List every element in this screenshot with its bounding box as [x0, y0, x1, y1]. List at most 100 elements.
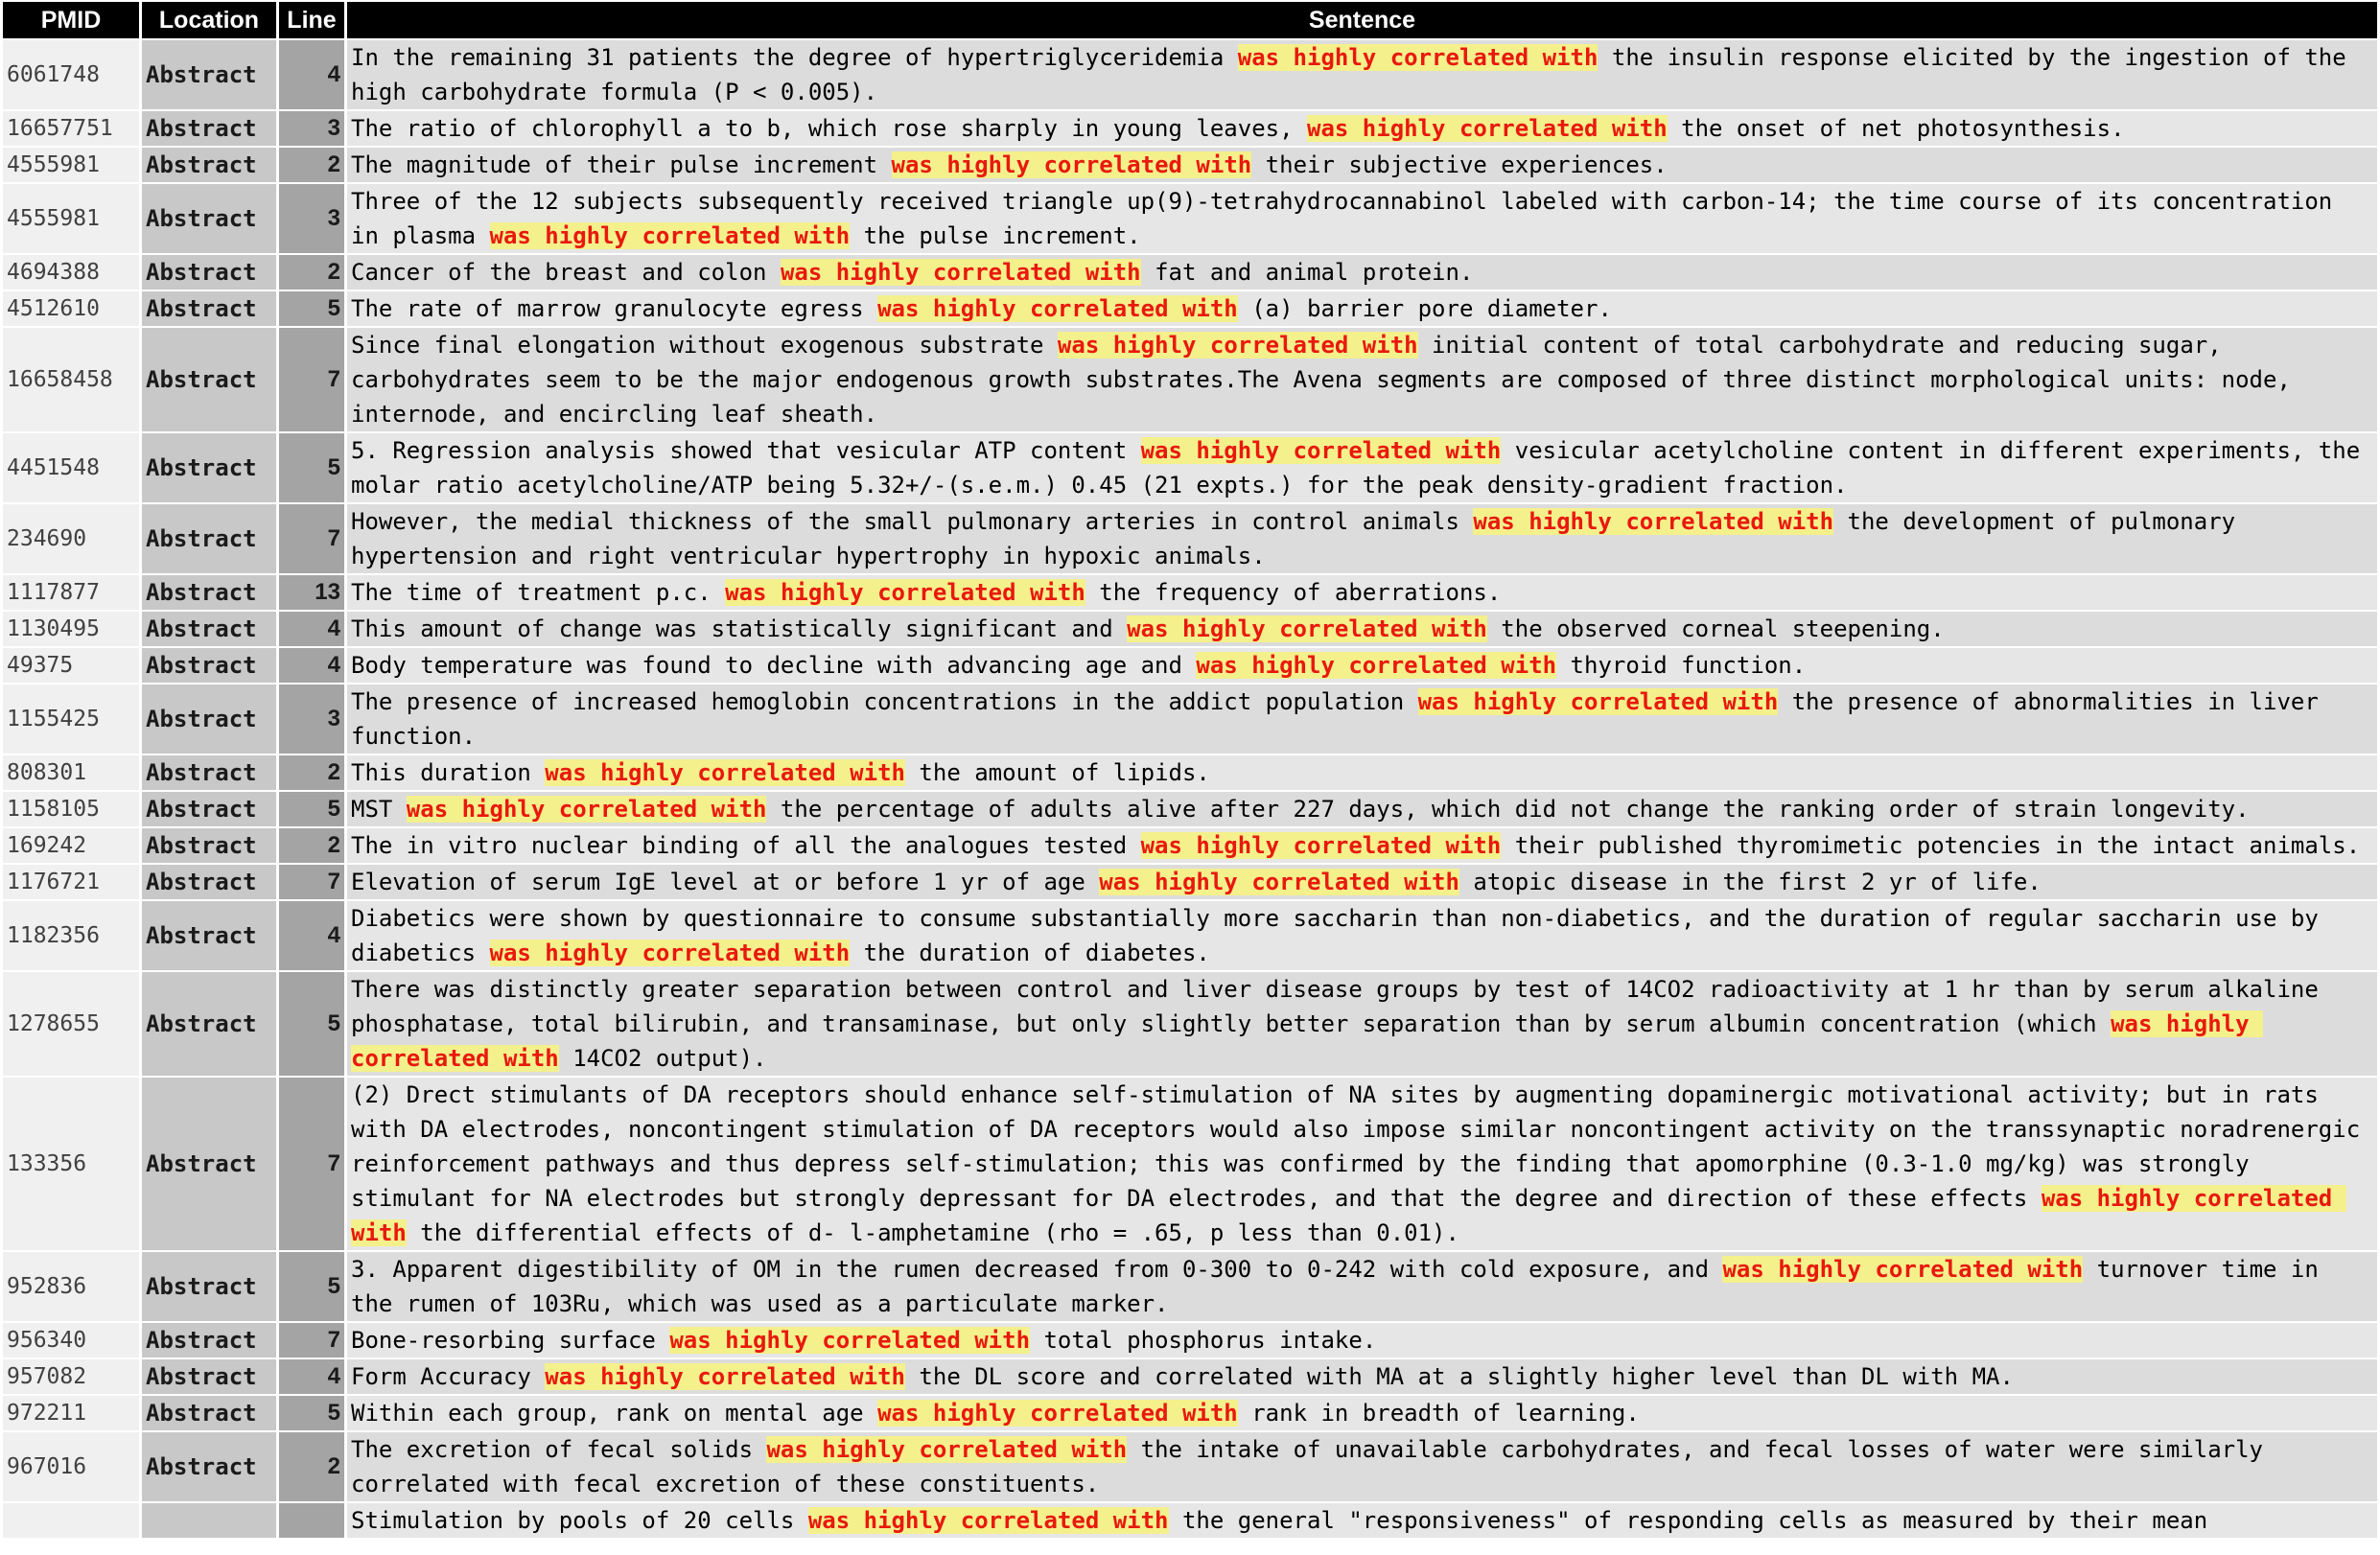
table-row[interactable]: 4555981 Abstract 2 The magnitude of their p…: [3, 148, 2377, 182]
table-row[interactable]: 4555981 Abstract 3 Three of the 12 subjects…: [3, 184, 2377, 253]
highlighted-match: was highly correlated with: [1196, 652, 1557, 679]
table-row[interactable]: 16658458 Abstract 7 Since final elongation …: [3, 328, 2377, 431]
highlighted-match: was highly correlated with: [545, 1363, 905, 1390]
table-row[interactable]: 234690 Abstract 7 However, the medial thick…: [3, 504, 2377, 573]
sentence-cell: The presence of increased hemoglobin con…: [347, 685, 2377, 754]
highlighted-match: was highly correlated with: [1140, 832, 1502, 859]
sentence-text-before: Cancer of the breast and colon: [351, 259, 781, 286]
table-row[interactable]: 169242 Abstract 2 The in vitro nuclear bind…: [3, 828, 2377, 863]
sentence-text-after: the differential effects of d- l-ampheta…: [406, 1219, 1459, 1246]
column-header-sentence[interactable]: Sentence: [347, 2, 2377, 38]
table-row[interactable]: 972211 Abstract 5 Within each group, rank o…: [3, 1396, 2377, 1430]
line-cell: 4: [279, 1359, 344, 1394]
location-cell: Abstract: [142, 148, 276, 182]
table-row[interactable]: 1182356 Abstract 4 Diabetics were shown by …: [3, 901, 2377, 970]
column-header-pmid[interactable]: PMID: [3, 2, 139, 38]
table-row[interactable]: 1176721 Abstract 7 Elevation of serum IgE l…: [3, 865, 2377, 899]
sentence-text-after: the DL score and correlated with MA at a…: [904, 1363, 2014, 1390]
header-row: PMID Location Line Sentence: [3, 2, 2377, 38]
sentence-text-after: their subjective experiences.: [1251, 151, 1668, 178]
sentence-text-before: The excretion of fecal solids: [351, 1436, 767, 1463]
sentence-cell: The ratio of chlorophyll a to b, which r…: [347, 111, 2377, 146]
table-row[interactable]: 1158105 Abstract 5 MST was highly correlate…: [3, 792, 2377, 826]
table-row[interactable]: 952836 Abstract 5 3. Apparent digestibility…: [3, 1252, 2377, 1321]
table-row[interactable]: Stimulation by pools of 20 cells was hig…: [3, 1503, 2377, 1538]
location-cell: Abstract: [142, 1396, 276, 1430]
pmid-cell: 957082: [3, 1359, 139, 1394]
line-cell: 2: [279, 755, 344, 790]
table-row[interactable]: 133356 Abstract 7 (2) Drect stimulants of D…: [3, 1078, 2377, 1250]
location-cell: Abstract: [142, 575, 276, 610]
table-row[interactable]: 808301 Abstract 2 This duration was highly …: [3, 755, 2377, 790]
sentence-cell: Form Accuracy was highly correlated with…: [347, 1359, 2377, 1394]
table-row[interactable]: 957082 Abstract 4 Form Accuracy was highly …: [3, 1359, 2377, 1394]
sentence-cell: Elevation of serum IgE level at or befor…: [347, 865, 2377, 899]
line-cell: 4: [279, 648, 344, 683]
table-row[interactable]: 49375 Abstract 4 Body temperature was found…: [3, 648, 2377, 683]
pmid-cell: 1117877: [3, 575, 139, 610]
table-row[interactable]: 4512610 Abstract 5 The rate of marrow granu…: [3, 291, 2377, 326]
line-cell: 7: [279, 328, 344, 431]
sentence-text-before: This duration: [351, 759, 546, 786]
sentence-text-before: 5. Regression analysis showed that vesic…: [351, 437, 1141, 464]
table-row[interactable]: 967016 Abstract 2 The excretion of fecal so…: [3, 1432, 2377, 1501]
line-cell: 7: [279, 1323, 344, 1358]
location-cell: Abstract: [142, 901, 276, 970]
sentence-cell: 3. Apparent digestibility of OM in the r…: [347, 1252, 2377, 1321]
pmid-cell: 4555981: [3, 184, 139, 253]
sentence-cell: The in vitro nuclear binding of all the …: [347, 828, 2377, 863]
sentence-text-after: the percentage of adults alive after 227…: [766, 796, 2250, 823]
table-row[interactable]: 6061748 Abstract 4 In the remaining 31 pati…: [3, 40, 2377, 109]
pmid-cell: 4694388: [3, 255, 139, 290]
sentence-cell: The excretion of fecal solids was highly…: [347, 1432, 2377, 1501]
pmid-cell: 49375: [3, 648, 139, 683]
highlighted-match: was highly correlated with: [807, 1507, 1169, 1534]
pmid-cell: 956340: [3, 1323, 139, 1358]
pmid-cell: 1176721: [3, 865, 139, 899]
table-row[interactable]: 1117877 Abstract 13 The time of treatment p…: [3, 575, 2377, 610]
location-cell: Abstract: [142, 1359, 276, 1394]
table-row[interactable]: 16657751 Abstract 3 The ratio of chlorophyl…: [3, 111, 2377, 146]
sentence-cell: This duration was highly correlated with…: [347, 755, 2377, 790]
table-row[interactable]: 1278655 Abstract 5 There was distinctly gre…: [3, 972, 2377, 1076]
highlighted-match: was highly correlated with: [1099, 869, 1459, 895]
location-cell: Abstract: [142, 184, 276, 253]
sentence-text-before: 3. Apparent digestibility of OM in the r…: [351, 1256, 1723, 1283]
pmid-cell: [3, 1503, 139, 1538]
pmid-cell: 1278655: [3, 972, 139, 1076]
sentence-text-before: The in vitro nuclear binding of all the …: [351, 832, 1141, 859]
highlighted-match: was highly correlated with: [489, 940, 851, 966]
table-row[interactable]: 956340 Abstract 7 Bone-resorbing surface wa…: [3, 1323, 2377, 1358]
location-cell: Abstract: [142, 792, 276, 826]
column-header-line[interactable]: Line: [279, 2, 344, 38]
line-cell: 2: [279, 148, 344, 182]
location-cell: Abstract: [142, 828, 276, 863]
location-cell: Abstract: [142, 755, 276, 790]
sentence-cell: However, the medial thickness of the sma…: [347, 504, 2377, 573]
sentence-text-before: Form Accuracy: [351, 1363, 546, 1390]
sentence-text-before: Bone-resorbing surface: [351, 1327, 670, 1354]
table-row[interactable]: 4451548 Abstract 5 5. Regression analysis s…: [3, 433, 2377, 502]
sentence-text-after: the frequency of aberrations.: [1085, 579, 1502, 606]
highlighted-match: was highly correlated with: [489, 222, 851, 249]
line-cell: 13: [279, 575, 344, 610]
highlighted-match: was highly correlated with: [891, 151, 1252, 178]
pmid-cell: 6061748: [3, 40, 139, 109]
table-row[interactable]: 1130495 Abstract 4 This amount of change wa…: [3, 612, 2377, 646]
table-row[interactable]: 1155425 Abstract 3 The presence of increase…: [3, 685, 2377, 754]
pmid-cell: 4512610: [3, 291, 139, 326]
location-cell: Abstract: [142, 612, 276, 646]
pmid-cell: 16658458: [3, 328, 139, 431]
sentence-text-before: This amount of change was statistically …: [351, 615, 1128, 642]
sentence-text-after: the onset of net photosynthesis.: [1667, 115, 2125, 142]
column-header-location[interactable]: Location: [142, 2, 276, 38]
table-row[interactable]: 4694388 Abstract 2 Cancer of the breast and…: [3, 255, 2377, 290]
sentence-text-before: The presence of increased hemoglobin con…: [351, 688, 1418, 715]
sentence-text-before: Elevation of serum IgE level at or befor…: [351, 869, 1100, 895]
sentence-cell: Diabetics were shown by questionnaire to…: [347, 901, 2377, 970]
location-cell: Abstract: [142, 40, 276, 109]
location-cell: Abstract: [142, 685, 276, 754]
sentence-cell: Body temperature was found to decline wi…: [347, 648, 2377, 683]
sentence-cell: (2) Drect stimulants of DA receptors sho…: [347, 1078, 2377, 1250]
sentence-text-after: rank in breadth of learning.: [1237, 1400, 1640, 1427]
